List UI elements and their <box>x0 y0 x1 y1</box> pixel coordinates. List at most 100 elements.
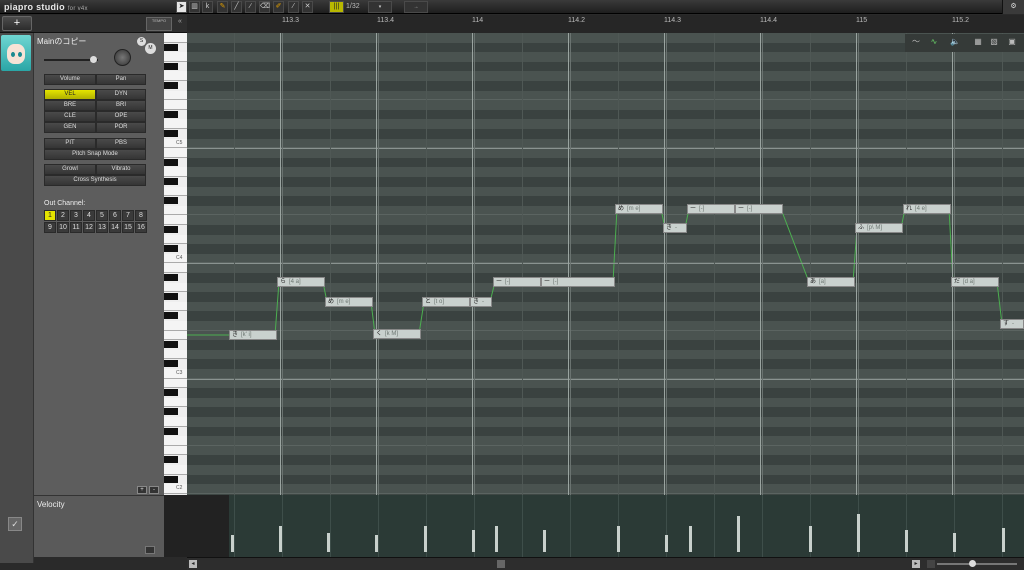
white-key[interactable] <box>164 378 187 389</box>
pan-knob[interactable] <box>114 49 131 66</box>
snap-grid-icon[interactable]: ▧ <box>989 37 999 47</box>
singer-avatar[interactable] <box>1 35 31 71</box>
snap-icon[interactable]: ||| <box>329 1 344 13</box>
out-channel-2-button[interactable]: 2 <box>57 210 69 221</box>
velocity-bar[interactable] <box>472 530 475 552</box>
velocity-bar[interactable] <box>737 516 740 552</box>
note[interactable]: ら [4 a] <box>277 277 325 287</box>
scroll-right-button[interactable]: ▸ <box>912 560 920 568</box>
note[interactable]: す- <box>1000 319 1024 329</box>
black-key[interactable] <box>164 360 178 368</box>
pitch-curve-icon[interactable]: ∿ <box>929 37 939 47</box>
gen-button[interactable]: GEN <box>44 122 96 133</box>
volume-slider-handle[interactable] <box>90 56 97 63</box>
velocity-collapse-button[interactable] <box>145 546 155 554</box>
dyn-button[interactable]: DYN <box>96 89 146 100</box>
pointer-tool-icon[interactable]: ➤ <box>176 1 187 13</box>
note[interactable]: め [m e] <box>325 297 373 307</box>
grid-icon[interactable]: ▦ <box>973 37 983 47</box>
bri-button[interactable]: BRI <box>96 100 146 111</box>
note[interactable]: き- <box>663 223 687 233</box>
ope-button[interactable]: OPE <box>96 111 146 122</box>
por-button[interactable]: POR <box>96 122 146 133</box>
white-key[interactable] <box>164 417 187 427</box>
zoom-slider-handle[interactable] <box>969 560 976 567</box>
snap-value[interactable]: 1/32 <box>346 1 360 13</box>
timeline-ruler[interactable]: 113.3 113.4 114 114.2 114.3 114.4 115 11… <box>187 15 1024 33</box>
auto-scroll-button[interactable]: → <box>404 1 428 13</box>
select-tool-icon[interactable]: ▥ <box>189 1 200 13</box>
velocity-bar[interactable] <box>495 526 498 552</box>
velocity-toggle-checkbox[interactable]: ✓ <box>8 517 22 531</box>
out-channel-11-button[interactable]: 11 <box>70 222 82 233</box>
black-key[interactable] <box>164 158 178 166</box>
note[interactable]: く [k M] <box>373 329 421 339</box>
note[interactable]: と [t o] <box>422 297 470 307</box>
speaker-icon[interactable]: 🔈 <box>950 37 960 47</box>
out-channel-7-button[interactable]: 7 <box>122 210 134 221</box>
black-key[interactable] <box>164 456 178 464</box>
black-key[interactable] <box>164 130 178 137</box>
volume-button[interactable]: Volume <box>44 74 96 85</box>
solo-button[interactable]: S <box>137 37 146 46</box>
white-key[interactable] <box>164 205 187 216</box>
velocity-bar[interactable] <box>1002 528 1005 552</box>
paint-tool-icon[interactable]: ✐ <box>273 1 284 13</box>
white-key[interactable] <box>164 119 187 129</box>
note[interactable]: め [m e] <box>615 204 663 214</box>
black-key[interactable] <box>164 475 178 483</box>
note[interactable]: ー [-] <box>687 204 735 214</box>
velocity-bar[interactable] <box>689 526 692 552</box>
white-key[interactable] <box>164 321 187 331</box>
cross-synthesis-button[interactable]: Cross Synthesis <box>44 175 146 186</box>
black-key[interactable] <box>164 110 178 118</box>
velocity-bar[interactable] <box>617 526 620 552</box>
note[interactable]: れ [4 e] <box>903 204 951 214</box>
cursor-tool-icon[interactable]: k <box>202 1 213 13</box>
black-key[interactable] <box>164 293 178 301</box>
zoom-slider[interactable] <box>937 563 1017 565</box>
black-key[interactable] <box>164 178 178 185</box>
out-channel-4-button[interactable]: 4 <box>83 210 95 221</box>
black-key[interactable] <box>164 341 178 349</box>
scroll-left-icon[interactable]: « <box>178 18 182 25</box>
zoom-out-icon[interactable] <box>927 560 935 568</box>
out-channel-10-button[interactable]: 10 <box>57 222 69 233</box>
pan-button[interactable]: Pan <box>96 74 146 85</box>
white-key[interactable] <box>164 148 187 158</box>
note[interactable]: ー [-] <box>541 277 615 287</box>
tempo-button[interactable]: TEMPO <box>146 17 172 31</box>
out-channel-6-button[interactable]: 6 <box>109 210 121 221</box>
horizontal-scrollbar[interactable]: ◂ ▸ <box>187 557 1024 570</box>
curve-tool-icon[interactable]: ∕ <box>245 1 256 13</box>
snap-dropdown[interactable]: ▾ <box>368 1 392 13</box>
black-key[interactable] <box>164 197 178 205</box>
pbs-button[interactable]: PBS <box>96 138 146 149</box>
white-key[interactable] <box>164 33 187 43</box>
velocity-bar[interactable] <box>953 533 956 552</box>
scroll-thumb[interactable] <box>497 560 505 568</box>
velocity-bar[interactable] <box>809 526 812 552</box>
black-key[interactable] <box>164 312 178 320</box>
velocity-bar[interactable] <box>857 514 860 552</box>
out-channel-3-button[interactable]: 3 <box>70 210 82 221</box>
piano-roll-grid[interactable]: き [k' i] ら [4 a] め [m e] く [k M] と [t o] き - ー [-] ー [-… <box>187 33 1024 495</box>
black-key[interactable] <box>164 245 178 253</box>
white-key[interactable] <box>164 234 187 245</box>
white-key[interactable] <box>164 167 187 177</box>
white-key[interactable] <box>164 282 187 293</box>
gear-icon[interactable]: ⚙ <box>1002 0 1024 14</box>
piano-keyboard[interactable]: C5 C4 C3 C2 <box>164 33 187 495</box>
close-tool-icon[interactable]: ✕ <box>302 1 313 13</box>
pencil-tool-icon[interactable]: ✎ <box>217 1 228 13</box>
velocity-bar[interactable] <box>375 535 378 552</box>
growl-button[interactable]: Growl <box>44 164 96 175</box>
white-key[interactable] <box>164 263 187 273</box>
black-key[interactable] <box>164 427 178 435</box>
velocity-editor[interactable] <box>164 495 1024 557</box>
black-key[interactable] <box>164 82 178 89</box>
zoom-in-button[interactable]: + <box>137 486 147 494</box>
out-channel-15-button[interactable]: 15 <box>122 222 134 233</box>
expand-icon[interactable]: ▣ <box>1007 37 1017 47</box>
black-key[interactable] <box>164 43 178 51</box>
